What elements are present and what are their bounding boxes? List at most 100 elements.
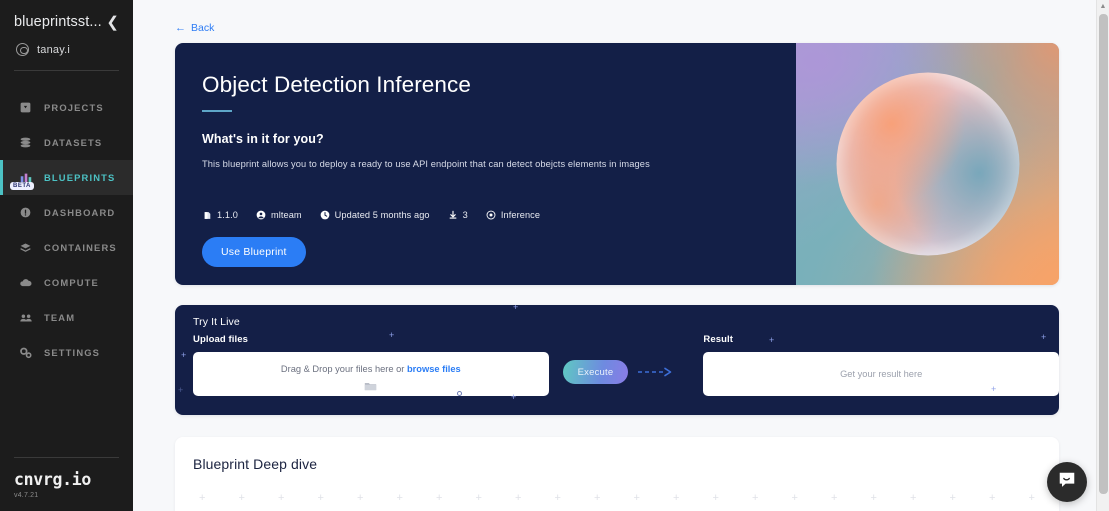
grid-plus: + [199, 492, 206, 504]
execute-button[interactable]: Execute [562, 360, 629, 384]
sidebar-label-projects: PROJECTS [44, 102, 104, 113]
sidebar-label-dashboard: DASHBOARD [44, 207, 116, 218]
grid-plus: + [594, 492, 601, 504]
sidebar-item-containers[interactable]: CONTAINERS [0, 230, 133, 265]
grid-plus: + [949, 492, 956, 504]
execute-area: Execute [562, 360, 675, 384]
upload-files-label: Upload files [193, 334, 249, 345]
sidebar-user-name: tanay.i [37, 43, 70, 56]
sidebar-org-row: blueprintsst... ❮ [14, 14, 119, 30]
dropzone-text: Drag & Drop your files here or [280, 363, 407, 374]
app-root: blueprintsst... ❮ tanay.i PROJECTS DATAS… [0, 0, 1109, 511]
spark-decoration: + [178, 385, 184, 395]
gradient-sphere-graphic [836, 72, 1019, 256]
team-icon [18, 310, 33, 325]
hero-meta-row: 1.1.0 mlteam Updated 5 months ago 3 Infe… [202, 210, 796, 220]
file-dropzone[interactable]: Drag & Drop your files here or browse fi… [193, 352, 549, 396]
sidebar-org-title: blueprintsst... [14, 14, 102, 30]
dropzone-text-row: Drag & Drop your files here or browse fi… [281, 359, 461, 377]
sidebar-item-settings[interactable]: SETTINGS [0, 335, 133, 370]
meta-version-text: 1.1.0 [217, 210, 238, 220]
grid-plus: + [752, 492, 759, 504]
user-avatar-icon [16, 43, 29, 56]
author-icon [256, 210, 266, 220]
sidebar-label-containers: CONTAINERS [44, 242, 117, 253]
meta-updated: Updated 5 months ago [320, 210, 430, 220]
grid-plus: + [238, 492, 245, 504]
sidebar-item-projects[interactable]: PROJECTS [0, 90, 133, 125]
grid-plus: + [870, 492, 877, 504]
meta-author: mlteam [256, 210, 302, 220]
sidebar-header: blueprintsst... ❮ tanay.i [0, 0, 133, 56]
meta-version: 1.1.0 [202, 210, 238, 220]
sidebar-nav: PROJECTS DATASETS BETA BLUEPRINTS DASHBO… [0, 90, 133, 370]
result-placeholder-text: Get your result here [840, 369, 923, 379]
sidebar-item-team[interactable]: TEAM [0, 300, 133, 335]
try-it-live-panel: + + + + + + + + Try It Live Upload files… [175, 305, 1059, 415]
page-title: Object Detection Inference [202, 72, 471, 97]
spark-decoration: + [513, 305, 519, 312]
meta-category-text: Inference [500, 210, 541, 220]
sidebar: blueprintsst... ❮ tanay.i PROJECTS DATAS… [0, 0, 133, 511]
grid-plus: + [910, 492, 917, 504]
browse-files-link[interactable]: browse files [407, 364, 461, 374]
chat-bubble-icon [1057, 470, 1077, 495]
clock-icon [320, 210, 330, 220]
grid-plus: + [515, 492, 522, 504]
sidebar-footer: cnvrg.io v4.7.21 [0, 457, 133, 511]
deep-dive-title: Blueprint Deep dive [193, 456, 318, 472]
arrow-left-icon: ← [175, 21, 186, 34]
sidebar-label-settings: SETTINGS [44, 347, 101, 358]
grid-plus: + [475, 492, 482, 504]
grid-plus: + [357, 492, 364, 504]
sidebar-label-blueprints: BLUEPRINTS [44, 172, 116, 183]
sidebar-label-datasets: DATASETS [44, 137, 103, 148]
datasets-icon [18, 135, 33, 150]
back-link[interactable]: ← Back [133, 0, 1109, 34]
sidebar-label-team: TEAM [44, 312, 76, 323]
deep-dive-canvas[interactable]: + + + + + + + + + + + + + + + + + + + + + + [193, 487, 1041, 511]
meta-author-text: mlteam [270, 210, 302, 220]
result-column: Result Get your result here [703, 334, 1059, 396]
meta-downloads: 3 [448, 210, 468, 220]
chevron-left-icon[interactable]: ❮ [102, 15, 119, 30]
sidebar-item-datasets[interactable]: DATASETS [0, 125, 133, 160]
sidebar-item-blueprints[interactable]: BETA BLUEPRINTS [0, 160, 133, 195]
try-it-live-body: Upload files Drag & Drop your files here… [193, 334, 1059, 396]
download-icon [448, 210, 458, 220]
grid-plus: + [791, 492, 798, 504]
settings-icon [18, 345, 33, 360]
result-label: Result [703, 334, 733, 345]
upload-column: Upload files Drag & Drop your files here… [193, 334, 549, 396]
use-blueprint-button[interactable]: Use Blueprint [202, 237, 306, 267]
page-scrollbar[interactable]: ▲ [1096, 0, 1109, 511]
grid-plus: + [673, 492, 680, 504]
grid-plus: + [396, 492, 403, 504]
compute-icon [18, 275, 33, 290]
sidebar-user[interactable]: tanay.i [14, 43, 119, 56]
hero-description: This blueprint allows you to deploy a re… [202, 159, 650, 169]
dashed-arrow-icon [638, 367, 674, 377]
triangle-up-icon[interactable]: ▲ [1097, 0, 1109, 13]
sidebar-item-compute[interactable]: COMPUTE [0, 265, 133, 300]
main-content: ← Back Object Detection Inference What's… [133, 0, 1109, 511]
content-area: Object Detection Inference What's in it … [133, 34, 1109, 511]
chat-widget-button[interactable] [1047, 462, 1087, 502]
title-underline [202, 110, 232, 112]
hero-text-panel: Object Detection Inference What's in it … [175, 43, 796, 285]
back-label: Back [191, 22, 215, 34]
spark-decoration: + [181, 350, 187, 360]
containers-icon [18, 240, 33, 255]
app-version: v4.7.21 [14, 492, 39, 499]
result-output-box[interactable]: Get your result here [703, 352, 1059, 396]
sidebar-divider [14, 70, 119, 71]
meta-downloads-text: 3 [462, 210, 468, 220]
version-icon [202, 210, 212, 220]
canvas-grid-markers: + + + + + + + + + + + + + + + + + + + + + + [193, 493, 1041, 504]
sidebar-item-dashboard[interactable]: DASHBOARD [0, 195, 133, 230]
hero-subtitle: What's in it for you? [202, 132, 324, 146]
scrollbar-thumb[interactable] [1099, 14, 1108, 494]
sidebar-label-compute: COMPUTE [44, 277, 99, 288]
meta-updated-text: Updated 5 months ago [334, 210, 430, 220]
dashboard-icon [18, 205, 33, 220]
